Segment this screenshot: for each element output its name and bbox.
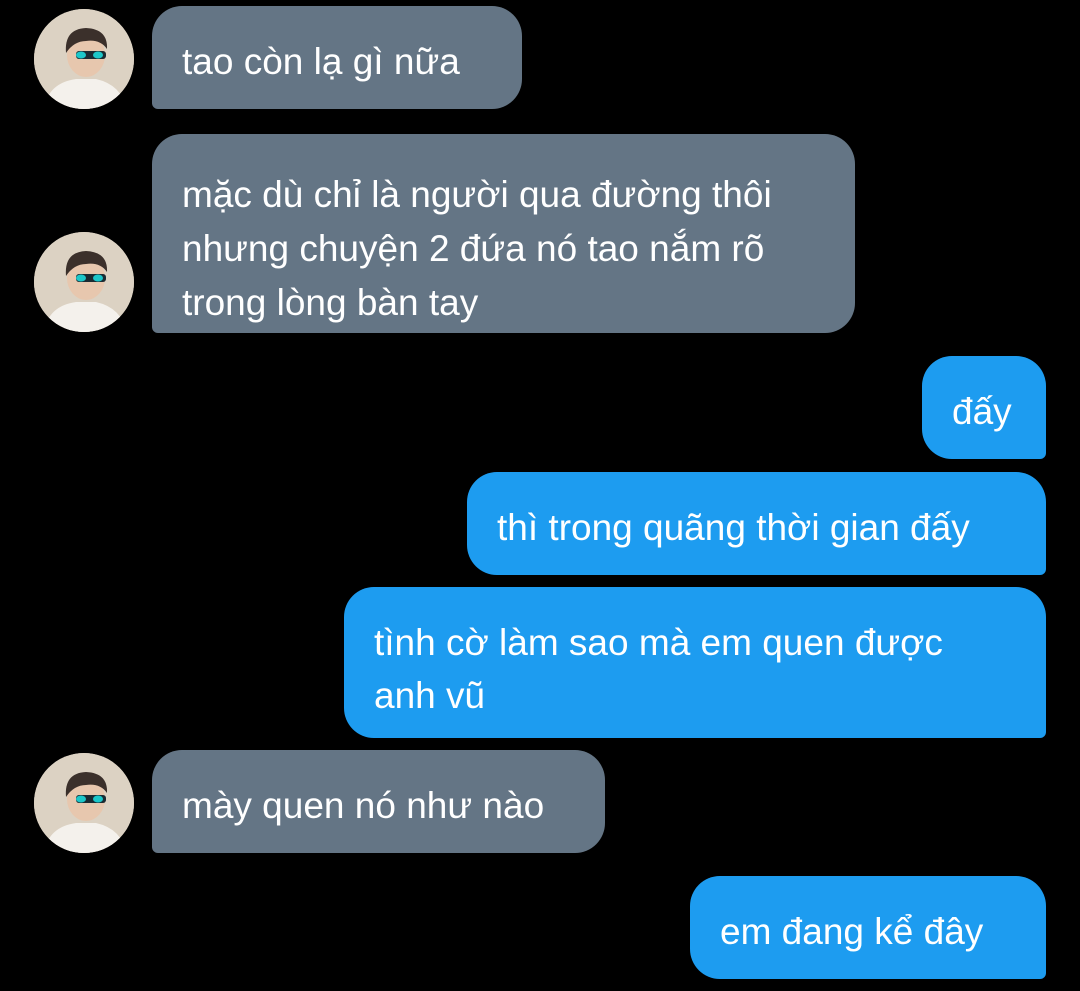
avatar-photo-icon [34, 9, 134, 109]
chat-thread: tao còn lạ gì nữa mặc dù chỉ là người qu… [0, 0, 1080, 991]
contact-avatar[interactable] [34, 9, 134, 109]
avatar-photo-icon [34, 232, 134, 332]
sent-message[interactable]: tình cờ làm sao mà em quen được anh vũ [344, 587, 1046, 738]
avatar-photo-icon [34, 753, 134, 853]
received-message[interactable]: tao còn lạ gì nữa [152, 6, 522, 109]
received-message[interactable]: mày quen nó như nào [152, 750, 605, 853]
contact-avatar[interactable] [34, 232, 134, 332]
sent-message[interactable]: đấy [922, 356, 1046, 459]
sent-message[interactable]: thì trong quãng thời gian đấy [467, 472, 1046, 575]
sent-message[interactable]: em đang kể đây [690, 876, 1046, 979]
contact-avatar[interactable] [34, 753, 134, 853]
received-message[interactable]: mặc dù chỉ là người qua đường thôi nhưng… [152, 134, 855, 333]
